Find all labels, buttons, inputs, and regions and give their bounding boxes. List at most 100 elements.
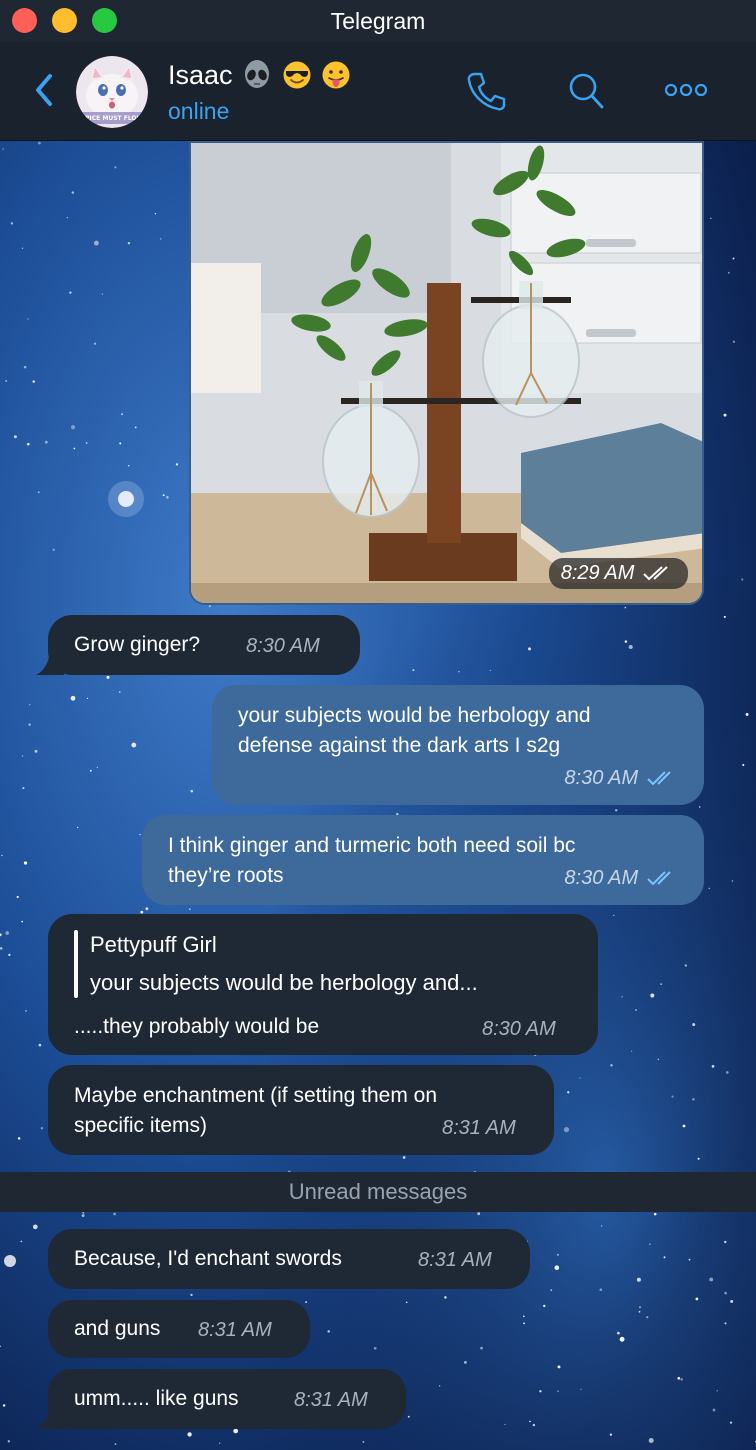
star — [17, 1137, 21, 1140]
incoming-reply-message[interactable]: Pettypuff Girl your subjects would be he… — [48, 914, 598, 1055]
star — [7, 1440, 10, 1443]
star — [166, 496, 169, 499]
star — [219, 1442, 221, 1444]
star — [113, 1212, 116, 1216]
star — [34, 749, 38, 753]
star — [579, 1077, 581, 1079]
star — [20, 1240, 23, 1243]
search-button[interactable] — [566, 70, 606, 117]
message-text-line: your subjects would be herbology and — [238, 704, 591, 727]
message-text-line: I think ginger and turmeric both need so… — [168, 834, 576, 857]
message-text: and guns — [74, 1317, 161, 1340]
star — [697, 1157, 700, 1160]
star — [412, 669, 415, 672]
incoming-message[interactable]: umm..... like guns 8:31 AM — [48, 1369, 406, 1429]
star — [23, 861, 28, 865]
avatar-caption: SPICE MUST FLOW — [81, 115, 144, 122]
star — [529, 1420, 531, 1423]
star — [93, 240, 99, 246]
star — [1, 854, 3, 857]
star — [723, 413, 727, 417]
star — [458, 671, 460, 673]
star — [66, 216, 69, 219]
chevron-left-icon — [36, 74, 52, 106]
incoming-message[interactable]: and guns 8:31 AM — [48, 1300, 310, 1358]
message-text: Grow ginger? — [74, 633, 201, 656]
star — [175, 463, 179, 466]
message-time: 8:30 AM — [564, 867, 639, 889]
star — [639, 1306, 641, 1309]
star — [580, 1388, 582, 1391]
star — [76, 826, 79, 829]
outgoing-message[interactable]: I think ginger and turmeric both need so… — [142, 815, 704, 905]
message-time: 8:30 AM — [482, 1018, 556, 1040]
message-time: 8:31 AM — [294, 1389, 368, 1411]
star — [609, 1433, 613, 1436]
incoming-message[interactable]: Maybe enchantment (if setting them on sp… — [48, 1065, 554, 1155]
star — [724, 1240, 727, 1244]
star — [682, 1124, 686, 1128]
star — [38, 141, 41, 145]
back-button[interactable] — [30, 70, 60, 110]
star — [96, 766, 98, 769]
star — [327, 1330, 330, 1333]
star — [73, 447, 76, 450]
star — [24, 1009, 28, 1012]
star — [89, 769, 92, 772]
reply-author[interactable]: Pettypuff Girl — [90, 930, 217, 960]
star — [37, 491, 40, 494]
star — [127, 465, 130, 467]
star — [556, 1253, 559, 1256]
message-list[interactable]: 8:29 AM Grow ginger? 8:30 AM your subjec… — [0, 141, 756, 1450]
star — [477, 1212, 481, 1216]
star — [134, 426, 137, 429]
star — [539, 1390, 542, 1393]
incoming-message[interactable]: Grow ginger? 8:30 AM — [48, 615, 360, 675]
star — [119, 442, 122, 445]
star — [523, 1322, 525, 1325]
photo-message[interactable]: 8:29 AM — [189, 141, 704, 605]
star — [188, 908, 191, 911]
star — [106, 675, 110, 679]
contact-name-text: Isaac — [168, 60, 233, 90]
search-icon — [569, 73, 604, 109]
star — [600, 1225, 603, 1227]
star — [114, 166, 117, 169]
star — [489, 669, 491, 672]
incoming-message[interactable]: Because, I'd enchant swords 8:31 AM — [48, 1229, 530, 1289]
star — [27, 442, 30, 446]
call-button[interactable] — [466, 70, 506, 117]
star — [729, 1421, 733, 1424]
star — [724, 1291, 727, 1295]
message-meta: 8:30 AM — [564, 763, 678, 793]
star — [190, 789, 194, 793]
star — [23, 365, 27, 369]
reply-preview-text[interactable]: your subjects would be herbology and... — [90, 968, 478, 998]
star — [190, 1293, 193, 1297]
outgoing-message[interactable]: your subjects would be herbology and def… — [212, 685, 704, 805]
star — [373, 1346, 377, 1350]
message-text-line: defense against the dark arts I s2g — [238, 734, 561, 757]
star — [628, 644, 633, 650]
star — [727, 271, 730, 274]
contact-name[interactable]: Isaac — [168, 60, 351, 91]
star — [692, 1097, 695, 1101]
star — [650, 993, 655, 998]
message-time: 8:31 AM — [418, 1249, 492, 1271]
star — [154, 213, 157, 215]
star — [621, 995, 623, 998]
photo-timestamp: 8:29 AM — [548, 558, 688, 589]
ellipsis-icon — [664, 83, 708, 97]
bubble-tail — [36, 1405, 64, 1429]
star — [741, 578, 744, 581]
avatar[interactable]: SPICE MUST FLOW — [76, 56, 148, 128]
star — [709, 1277, 714, 1282]
window-title: Telegram — [330, 8, 426, 34]
more-options-button[interactable] — [664, 78, 708, 107]
smiling-face-with-sunglasses-icon — [283, 61, 311, 89]
star — [29, 704, 31, 706]
star — [731, 880, 734, 882]
star — [187, 1432, 192, 1437]
star — [610, 1064, 613, 1067]
star — [649, 1243, 651, 1246]
